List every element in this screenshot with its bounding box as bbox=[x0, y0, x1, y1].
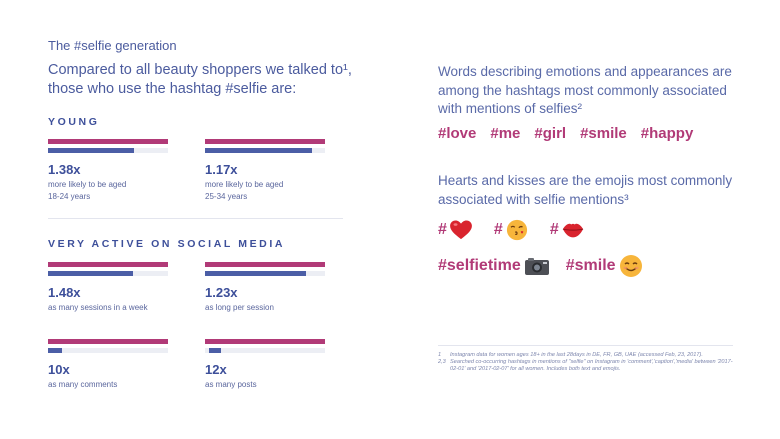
stat-value: 1.17x bbox=[205, 162, 238, 177]
baseline-bar bbox=[205, 139, 325, 144]
emoji-hashtag: # bbox=[494, 219, 528, 241]
footnote-divider bbox=[438, 345, 733, 346]
emoji-hashtags-row-2: #selfietime #smile bbox=[438, 254, 643, 278]
stat-session-length: 1.23x as long per session bbox=[205, 262, 330, 314]
emoji-hashtag: #selfietime bbox=[438, 256, 550, 276]
section-title-young: YOUNG bbox=[48, 116, 100, 128]
selfie-bar bbox=[48, 148, 135, 153]
stat-young-25-34: 1.17x more likely to be aged 25-34 years bbox=[205, 139, 330, 203]
hashtag: #smile bbox=[580, 125, 627, 142]
eyebrow-title: The #selfie generation bbox=[48, 38, 177, 53]
stat-young-18-24: 1.38x more likely to be aged 18-24 years bbox=[48, 139, 173, 203]
divider bbox=[48, 218, 343, 219]
stat-value: 1.48x bbox=[48, 285, 81, 300]
baseline-bar bbox=[205, 339, 325, 344]
heart-emoji-icon bbox=[449, 220, 472, 240]
intro-text: Compared to all beauty shoppers we talke… bbox=[48, 62, 352, 97]
comparison-bars bbox=[205, 339, 325, 353]
stat-description: as many sessions in a week bbox=[48, 303, 148, 312]
stat-description: more likely to be aged 25-34 years bbox=[205, 180, 284, 201]
comparison-bars bbox=[205, 262, 325, 276]
baseline-bar bbox=[48, 262, 168, 267]
kiss-face-emoji-icon bbox=[506, 219, 527, 241]
stat-value: 12x bbox=[205, 362, 227, 377]
hashtag: #me bbox=[490, 125, 521, 142]
baseline-bar bbox=[48, 339, 168, 344]
section-title-social: VERY ACTIVE ON SOCIAL MEDIA bbox=[48, 238, 286, 250]
stat-value: 10x bbox=[48, 362, 70, 377]
stat-description: more likely to be aged 18-24 years bbox=[48, 180, 127, 201]
footnote: 1 Instagram data for women ages 18+ in t… bbox=[438, 352, 703, 358]
stat-value: 1.23x bbox=[205, 285, 238, 300]
stat-description: as long per session bbox=[205, 303, 274, 312]
camera-emoji-icon bbox=[524, 258, 549, 275]
emoji-hashtag: # bbox=[550, 221, 584, 239]
emojis-heading: Hearts and kisses are the emojis most co… bbox=[438, 173, 733, 207]
baseline-bar bbox=[205, 262, 325, 267]
selfie-bar bbox=[48, 348, 63, 353]
hashtag: #love bbox=[438, 125, 477, 142]
selfie-bar bbox=[48, 271, 134, 276]
stat-posts: 12x as many posts bbox=[205, 339, 330, 391]
emoji-hashtag: #smile bbox=[566, 254, 643, 278]
comparison-bars bbox=[48, 339, 168, 353]
emoji-hashtags-row: # # # bbox=[438, 219, 584, 241]
lips-emoji-icon bbox=[562, 223, 583, 238]
smiling-face-emoji-icon bbox=[619, 255, 642, 277]
stat-description: as many comments bbox=[48, 380, 118, 389]
stat-comments: 10x as many comments bbox=[48, 339, 173, 391]
stat-description: as many posts bbox=[205, 380, 257, 389]
hashtag: #girl bbox=[534, 125, 567, 142]
stat-sessions: 1.48x as many sessions in a week bbox=[48, 262, 173, 314]
hashtag: #happy bbox=[640, 125, 694, 142]
emoji-hashtag: # bbox=[438, 220, 472, 240]
stat-value: 1.38x bbox=[48, 162, 81, 177]
words-heading: Words describing emotions and appearance… bbox=[438, 64, 732, 116]
selfie-bar bbox=[205, 148, 312, 153]
comparison-bars bbox=[48, 139, 168, 153]
selfie-bar bbox=[205, 271, 306, 276]
comparison-bars bbox=[48, 262, 168, 276]
selfie-bar bbox=[209, 348, 221, 353]
footnote: 2,3 Searched co-occurring hashtags in me… bbox=[438, 359, 733, 372]
comparison-bars bbox=[205, 139, 325, 153]
baseline-bar bbox=[48, 139, 168, 144]
hashtag-list: #love #me #girl #smile #happy bbox=[438, 125, 693, 142]
footnotes: 1 Instagram data for women ages 18+ in t… bbox=[438, 352, 738, 373]
